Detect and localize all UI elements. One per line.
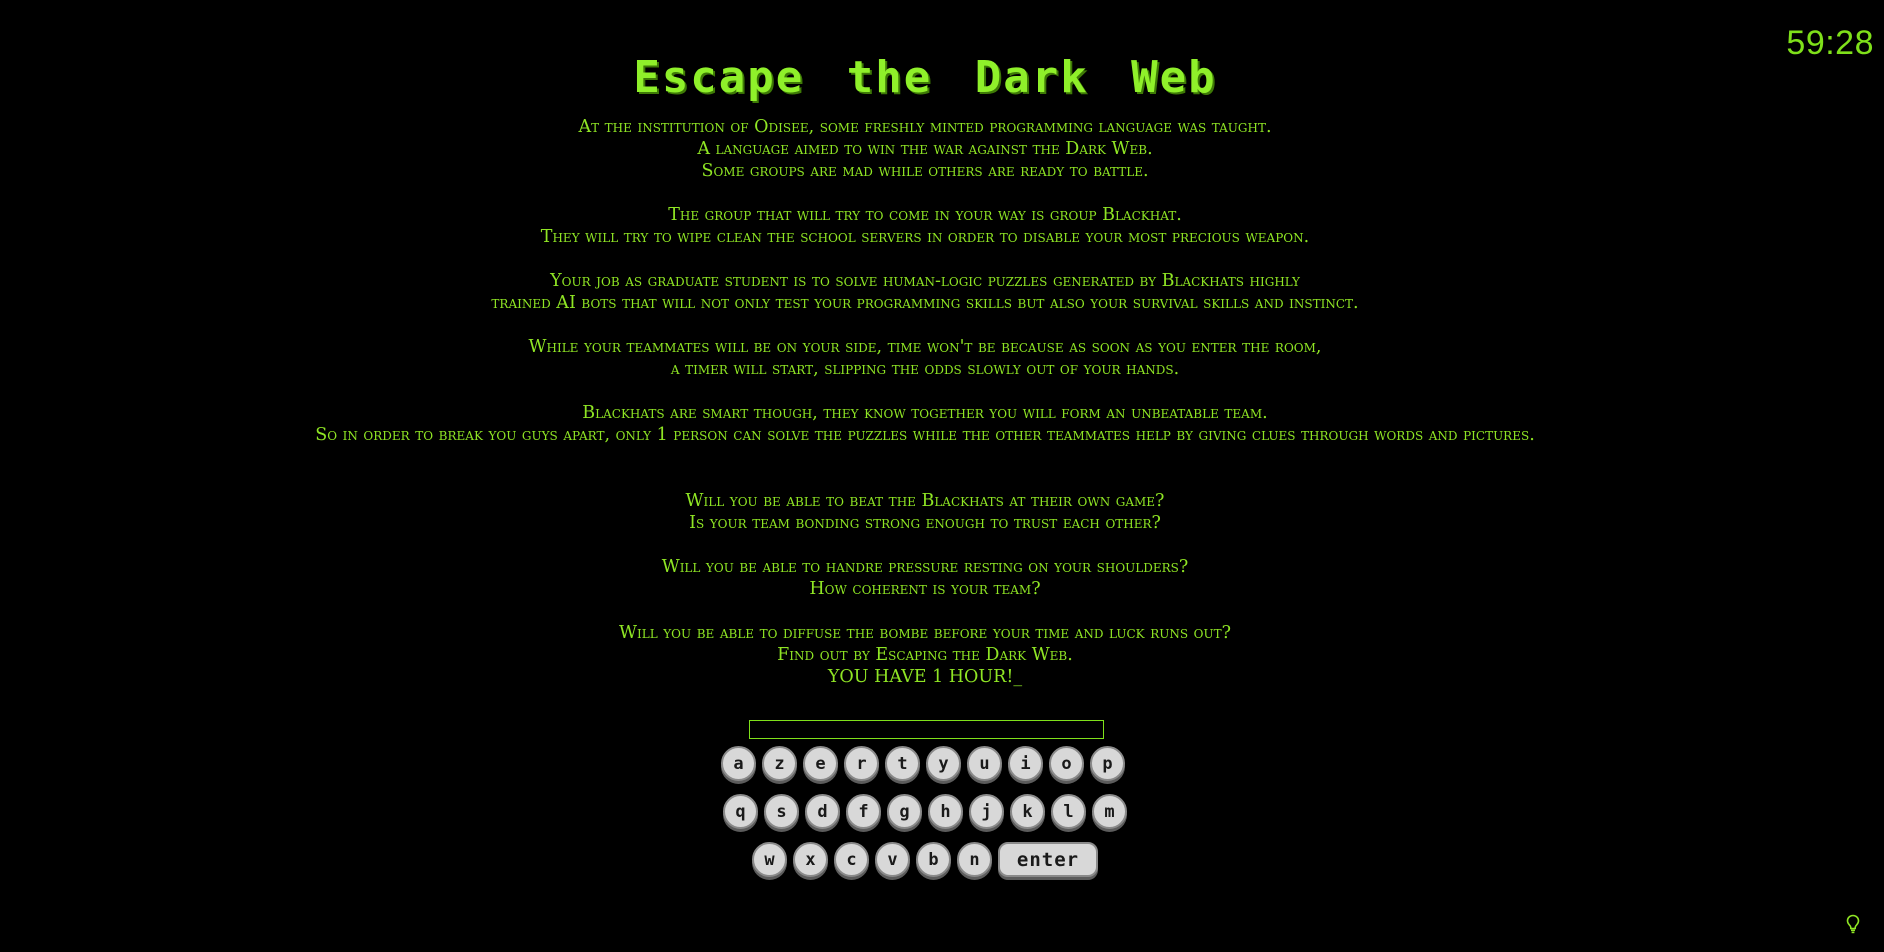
keyboard-row-1: a z e r t y u i o p (0, 746, 1850, 782)
key-y[interactable]: y (926, 746, 961, 781)
story-line: The group that will try to come in your … (668, 205, 1182, 225)
page-title: Escape the Dark Web (633, 52, 1217, 103)
story-line: YOU HAVE 1 HOUR!_ (827, 667, 1023, 687)
story-line: a timer will start, slipping the odds sl… (670, 359, 1180, 379)
key-z[interactable]: z (762, 746, 797, 781)
key-s[interactable]: s (764, 794, 799, 829)
on-screen-keyboard: a z e r t y u i o p q s d f g h j k l m … (0, 746, 1850, 890)
story-line: While your teammates will be on your sid… (528, 337, 1322, 357)
keyboard-row-3: w x c v b n enter (0, 842, 1850, 878)
key-i[interactable]: i (1008, 746, 1043, 781)
key-l[interactable]: l (1051, 794, 1086, 829)
key-q[interactable]: q (723, 794, 758, 829)
key-w[interactable]: w (752, 842, 787, 877)
key-m[interactable]: m (1092, 794, 1127, 829)
key-t[interactable]: t (885, 746, 920, 781)
key-r[interactable]: r (844, 746, 879, 781)
story-line: A language aimed to win the war against … (697, 139, 1153, 159)
story-line: They will try to wipe clean the school s… (540, 227, 1310, 247)
story-line: Some groups are mad while others are rea… (701, 161, 1149, 181)
key-c[interactable]: c (834, 842, 869, 877)
key-n[interactable]: n (957, 842, 992, 877)
lightbulb-icon[interactable] (1846, 914, 1860, 934)
key-g[interactable]: g (887, 794, 922, 829)
story-text: At the institution of Odisee, some fresh… (0, 116, 1850, 688)
story-line: Will you be able to diffuse the bombe be… (619, 623, 1231, 643)
story-line: Is your team bonding strong enough to tr… (689, 513, 1161, 533)
key-u[interactable]: u (967, 746, 1002, 781)
story-line: Will you be able to beat the Blackhats a… (685, 491, 1165, 511)
story-line: Your job as graduate student is to solve… (550, 271, 1300, 291)
key-e[interactable]: e (803, 746, 838, 781)
key-f[interactable]: f (846, 794, 881, 829)
key-v[interactable]: v (875, 842, 910, 877)
story-line: Will you be able to handre pressure rest… (661, 557, 1189, 577)
key-h[interactable]: h (928, 794, 963, 829)
story-line: Find out by Escaping the Dark Web. (777, 645, 1073, 665)
key-j[interactable]: j (969, 794, 1004, 829)
story-line: Blackhats are smart though, they know to… (582, 403, 1268, 423)
enter-key[interactable]: enter (998, 842, 1098, 877)
key-k[interactable]: k (1010, 794, 1045, 829)
key-p[interactable]: p (1090, 746, 1125, 781)
key-d[interactable]: d (805, 794, 840, 829)
story-line: So in order to break you guys apart, onl… (315, 425, 1535, 445)
answer-input[interactable] (749, 720, 1104, 739)
key-a[interactable]: a (721, 746, 756, 781)
story-line: trained AI bots that will not only test … (491, 293, 1359, 313)
key-b[interactable]: b (916, 842, 951, 877)
key-o[interactable]: o (1049, 746, 1084, 781)
story-line: At the institution of Odisee, some fresh… (578, 117, 1272, 137)
keyboard-row-2: q s d f g h j k l m (0, 794, 1850, 830)
key-x[interactable]: x (793, 842, 828, 877)
story-line: How coherent is your team? (809, 579, 1041, 599)
